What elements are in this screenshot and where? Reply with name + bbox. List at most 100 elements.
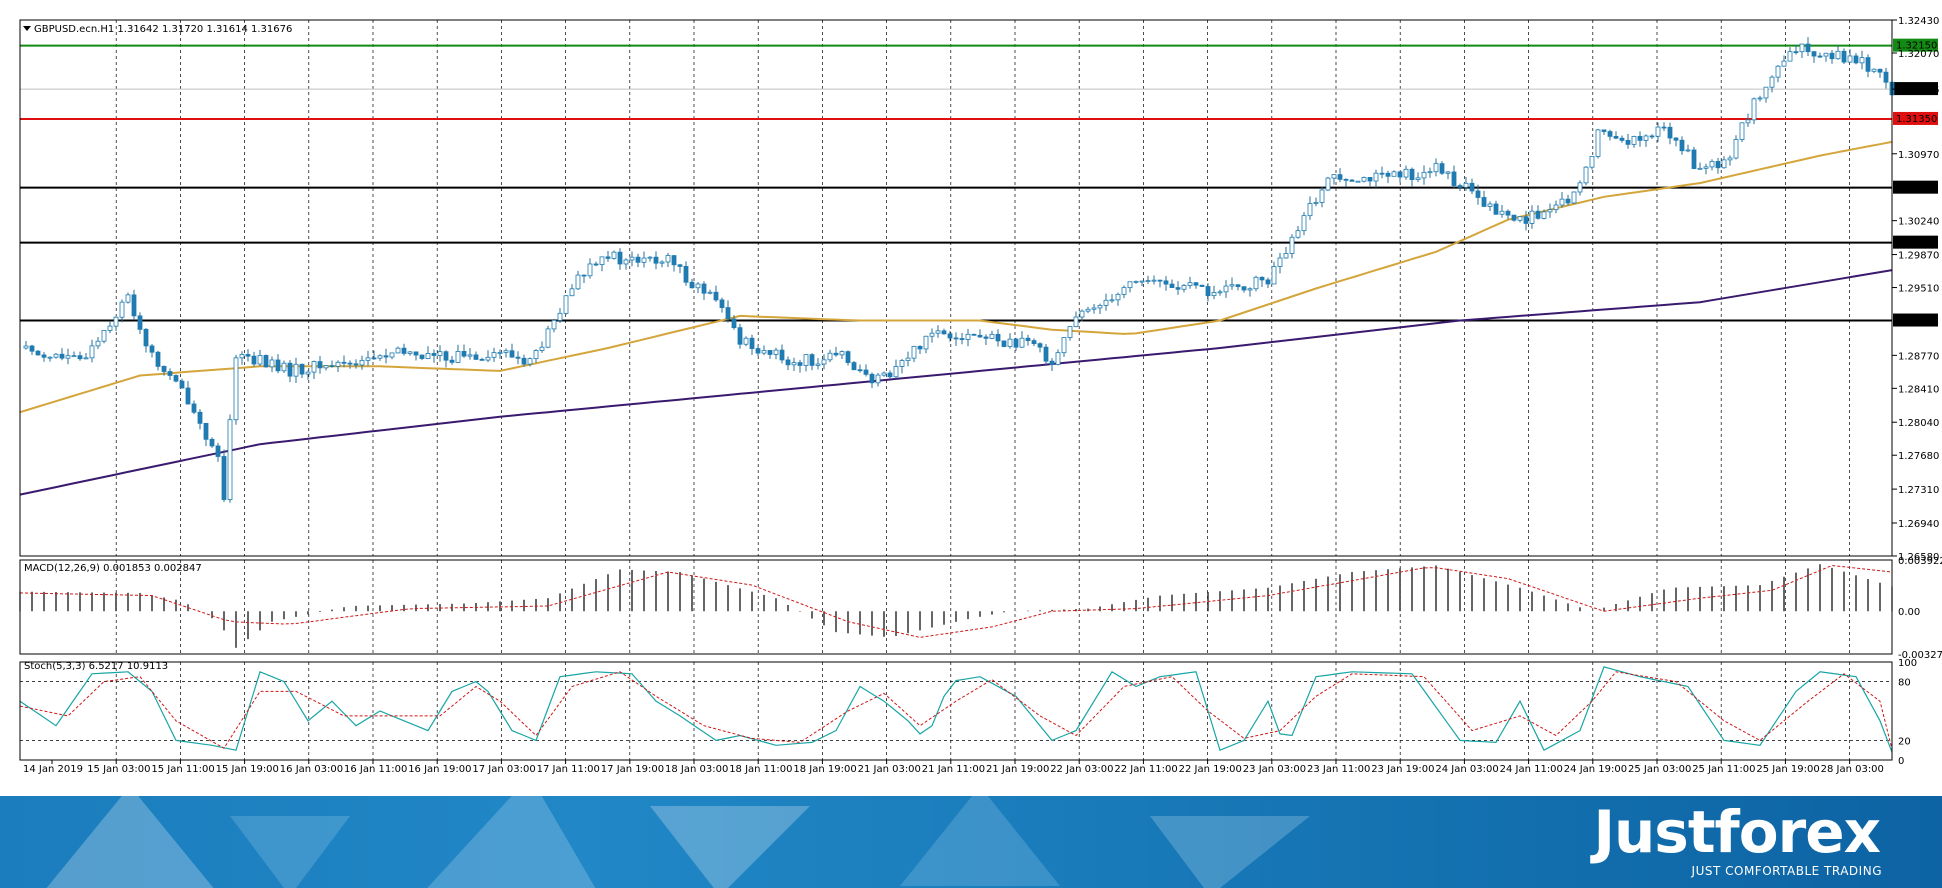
candle-body [1301,215,1307,232]
candle-body [65,355,71,359]
candle-body [1199,284,1205,287]
candle-body [251,355,257,365]
candle-body [161,365,167,372]
candle-body [857,369,863,372]
price-tick-label: 1.30240 [1898,217,1939,228]
candle-body [1835,50,1841,60]
candle-body [617,251,623,265]
candle-body [281,362,287,372]
candle-body [1721,159,1727,169]
candle-body [965,333,971,340]
candle-body [899,360,905,367]
candle-body [1367,177,1373,182]
time-label: 16 Jan 11:00 [344,764,407,775]
candle-body [581,274,587,277]
time-label: 14 Jan 2019 [23,764,83,775]
candle-body [863,369,869,375]
candle-body [683,266,689,283]
candle-body [1745,119,1751,124]
candle-body [1145,280,1151,283]
stoch-header: Stoch(5,3,3) 6.5217 10.9113 [24,661,168,672]
candle-body [845,351,851,363]
time-label: 22 Jan 11:00 [1114,764,1177,775]
candle-body [569,288,575,297]
candle-body [1325,177,1331,191]
candle-body [821,359,827,365]
candle-body [431,353,437,356]
candle-body [803,354,809,366]
candle-body [1733,139,1739,159]
time-label: 18 Jan 11:00 [729,764,792,775]
macd-signal-line [19,564,1893,638]
candle-body [119,301,125,318]
candle-body [923,335,929,350]
candle-body [143,328,149,347]
macd-panel: 0.0039220.00-0.003274 [19,556,1942,661]
candle-body [941,330,947,335]
candle-body [833,352,839,356]
candle-body [869,373,875,384]
price-tick-label: 1.29870 [1898,251,1939,262]
candle-body [1373,172,1379,182]
candle-body [743,337,749,345]
justforex-logo[interactable]: Justforex [1593,802,1881,862]
candle-body [365,357,371,361]
candle-body [1211,292,1217,297]
chart-menu-triangle-icon[interactable] [23,26,31,31]
candle-body [1805,43,1811,53]
price-tick-label: 1.28410 [1898,384,1939,395]
candle-body [959,338,965,340]
candle-body [329,365,335,367]
candle-body [851,362,857,371]
candle-body [1757,97,1763,100]
stochastic-panel: 100 80 20 0 [19,658,1917,767]
time-label: 22 Jan 03:00 [1050,764,1113,775]
candle-body [1511,214,1517,221]
candle-body [935,330,941,334]
time-label: 16 Jan 19:00 [408,764,471,775]
candle-body [497,351,503,354]
candle-body [1451,171,1457,186]
time-label: 15 Jan 19:00 [216,764,279,775]
candle-body [443,351,449,361]
price-tick-label: 1.27680 [1898,451,1939,462]
price-tick-label: 1.27310 [1898,485,1939,496]
candle-body [971,333,977,336]
candle-body [1355,180,1361,183]
candle-body [257,355,263,365]
candle-body [1799,43,1805,53]
price-tick-label: 1.28040 [1898,418,1939,429]
candle-body [1097,304,1103,309]
macd-panel-frame [19,559,1893,655]
candle-body [1865,57,1871,72]
time-label: 23 Jan 19:00 [1371,764,1434,775]
candle-body [1463,182,1469,188]
candle-body [1121,287,1127,295]
candle-body [605,256,611,259]
candle-body [1841,50,1847,63]
level-label: 1.29150 [1896,316,1937,327]
candle-body [1139,280,1145,283]
candle-body [1313,202,1319,204]
candle-body [1289,236,1295,254]
candle-body [1847,55,1853,63]
candle-body [653,256,659,264]
candle-body [1445,171,1451,174]
candle-body [377,355,383,359]
candle-body [1793,51,1799,54]
candle-body [1661,126,1667,129]
candle-body [275,359,281,372]
candle-body [539,346,545,351]
candle-body [1391,171,1397,177]
candle-body [287,362,293,377]
candle-body [533,350,539,360]
candle-body [1751,98,1757,121]
candle-body [1403,168,1409,178]
time-label: 17 Jan 19:00 [601,764,664,775]
candle-body [893,366,899,378]
candle-body [635,256,641,263]
candle-body [1277,257,1283,267]
candle-body [719,299,725,308]
candle-body [41,354,47,358]
price-tick-label: 1.26580 [1898,552,1939,563]
